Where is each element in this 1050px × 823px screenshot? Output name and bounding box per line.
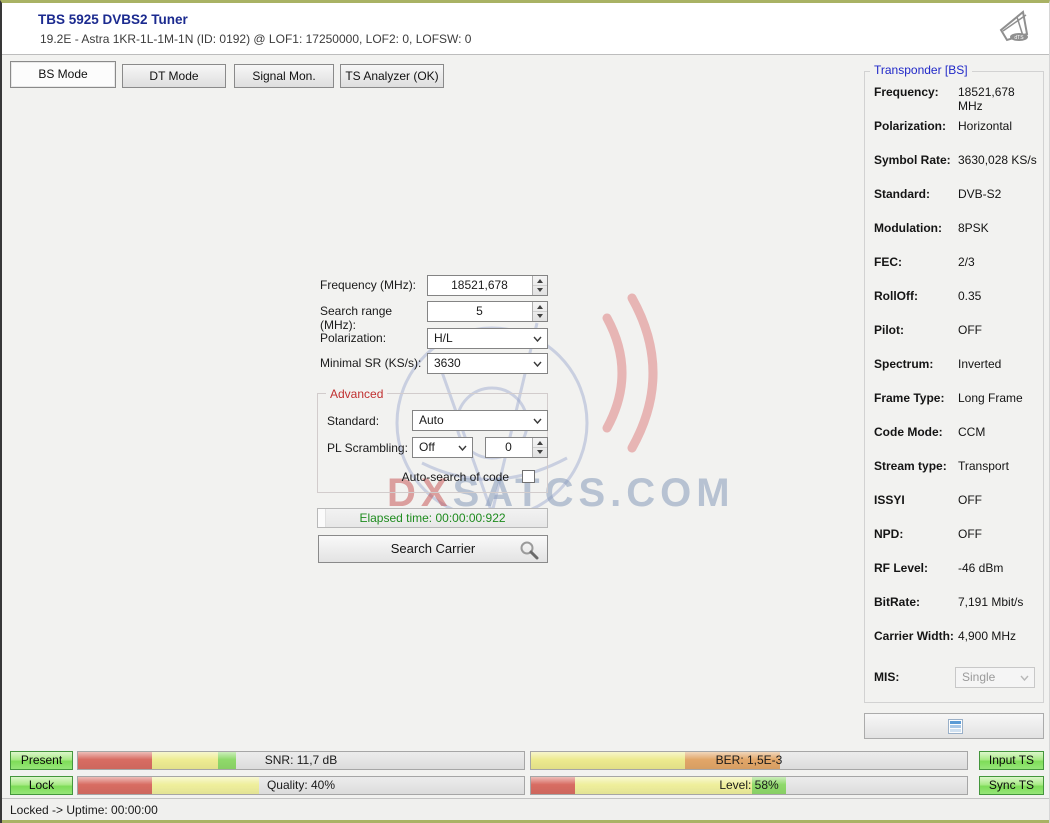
transponder-row: Pilot:OFF	[874, 323, 1038, 357]
search-range-value[interactable]: 5	[428, 302, 531, 321]
satellite-info-subtitle: 19.2E - Astra 1KR-1L-1M-1N (ID: 0192) @ …	[40, 32, 471, 46]
auto-search-label: Auto-search of code	[357, 470, 509, 484]
chevron-down-icon	[1020, 675, 1029, 681]
mis-value: Single	[962, 668, 1014, 687]
ber-bar: BER: 1,5E-3	[530, 751, 968, 770]
input-ts-indicator: Input TS	[979, 751, 1044, 770]
transponder-groupbox-title: Transponder [BS]	[870, 63, 972, 77]
transponder-mis-row: MIS: Single	[874, 667, 1038, 688]
transponder-row: Frame Type:Long Frame	[874, 391, 1038, 425]
frequency-label: Frequency (MHz):	[320, 278, 425, 292]
auto-search-checkbox[interactable]	[522, 470, 535, 483]
tab-signal-mon[interactable]: Signal Mon.	[234, 64, 334, 88]
level-bar: Level: 58%	[530, 776, 968, 795]
level-bar-text: Level: 58%	[531, 777, 967, 794]
frequency-input[interactable]: 18521,678	[427, 275, 548, 296]
app-title: TBS 5925 DVBS2 Tuner	[38, 12, 188, 27]
polarization-value: H/L	[434, 329, 527, 348]
mis-select-disabled: Single	[955, 667, 1035, 688]
list-icon	[948, 719, 963, 734]
lock-indicator: Lock	[10, 776, 73, 795]
search-range-input[interactable]: 5	[427, 301, 548, 322]
spin-down-icon[interactable]	[533, 448, 547, 458]
sync-ts-indicator: Sync TS	[979, 776, 1044, 795]
svg-text:dTS: dTS	[1014, 35, 1024, 41]
pl-code-input[interactable]: 0	[485, 437, 548, 458]
search-carrier-button[interactable]: Search Carrier	[318, 535, 548, 563]
minimal-sr-label: Minimal SR (KS/s):	[320, 356, 425, 370]
transponder-row: RF Level:-46 dBm	[874, 561, 1038, 595]
transponder-row: FEC:2/3	[874, 255, 1038, 289]
snr-bar: SNR: 11,7 dB	[77, 751, 525, 770]
transponder-row: ISSYIOFF	[874, 493, 1038, 527]
present-indicator: Present	[10, 751, 73, 770]
pl-scrambling-label: PL Scrambling:	[327, 441, 412, 455]
chevron-down-icon	[458, 445, 467, 451]
pl-scrambling-select[interactable]: Off	[412, 437, 473, 458]
transponder-row: Standard:DVB-S2	[874, 187, 1038, 221]
spin-down-icon[interactable]	[533, 312, 547, 322]
standard-value: Auto	[419, 411, 527, 430]
header: TBS 5925 DVBS2 Tuner 19.2E - Astra 1KR-1…	[2, 3, 1049, 55]
app-window: TBS 5925 DVBS2 Tuner 19.2E - Astra 1KR-1…	[0, 0, 1050, 823]
satellite-dish-icon: dTS	[997, 10, 1035, 44]
spin-down-icon[interactable]	[533, 286, 547, 296]
chevron-down-icon	[533, 418, 542, 424]
tab-ts-analyzer[interactable]: TS Analyzer (OK)	[340, 64, 444, 88]
minimal-sr-value: 3630	[434, 354, 527, 373]
transponder-row: NPD:OFF	[874, 527, 1038, 561]
minimal-sr-select[interactable]: 3630	[427, 353, 548, 374]
magnifier-icon	[519, 540, 539, 560]
polarization-select[interactable]: H/L	[427, 328, 548, 349]
transponder-row: Code Mode:CCM	[874, 425, 1038, 459]
quality-bar: Quality: 40%	[77, 776, 525, 795]
transponder-row: Modulation:8PSK	[874, 221, 1038, 255]
elapsed-time-text: Elapsed time: 00:00:00:922	[318, 509, 547, 527]
pl-scrambling-value: Off	[419, 438, 452, 457]
chevron-down-icon	[533, 336, 542, 342]
elapsed-time-bar: Elapsed time: 00:00:00:922	[317, 508, 548, 528]
transponder-row: Polarization:Horizontal	[874, 119, 1038, 153]
transponder-row: Stream type:Transport	[874, 459, 1038, 493]
advanced-groupbox-title: Advanced	[326, 387, 387, 401]
standard-select[interactable]: Auto	[412, 410, 548, 431]
search-range-spinner[interactable]	[532, 302, 547, 321]
chevron-down-icon	[533, 361, 542, 367]
ber-bar-text: BER: 1,5E-3	[531, 752, 967, 769]
pl-code-value[interactable]: 0	[486, 438, 531, 457]
spin-up-icon[interactable]	[533, 438, 547, 448]
status-bar: Locked -> Uptime: 00:00:00	[2, 798, 1049, 823]
transponder-row: BitRate:7,191 Mbit/s	[874, 595, 1038, 629]
spin-up-icon[interactable]	[533, 276, 547, 286]
transponder-row: RollOff:0.35	[874, 289, 1038, 323]
polarization-label: Polarization:	[320, 331, 425, 345]
snr-bar-text: SNR: 11,7 dB	[78, 752, 524, 769]
tab-dt-mode[interactable]: DT Mode	[122, 64, 226, 88]
search-range-label: Search range (MHz):	[320, 304, 430, 332]
transponder-row: Carrier Width:4,900 MHz	[874, 629, 1038, 663]
tab-bs-mode[interactable]: BS Mode	[10, 61, 116, 88]
frequency-spinner[interactable]	[532, 276, 547, 295]
pl-code-spinner[interactable]	[532, 438, 547, 457]
quality-bar-text: Quality: 40%	[78, 777, 524, 794]
transponder-row: Frequency:18521,678 MHz	[874, 85, 1038, 119]
transponder-row: Symbol Rate:3630,028 KS/s	[874, 153, 1038, 187]
spin-up-icon[interactable]	[533, 302, 547, 312]
transponder-row: Spectrum:Inverted	[874, 357, 1038, 391]
search-carrier-label: Search Carrier	[391, 541, 476, 556]
mis-label: MIS:	[874, 670, 899, 684]
transponder-list-button[interactable]	[864, 713, 1044, 739]
frequency-value[interactable]: 18521,678	[428, 276, 531, 295]
status-text: Locked -> Uptime: 00:00:00	[10, 803, 158, 817]
transponder-rows: Frequency:18521,678 MHz Polarization:Hor…	[874, 85, 1038, 663]
